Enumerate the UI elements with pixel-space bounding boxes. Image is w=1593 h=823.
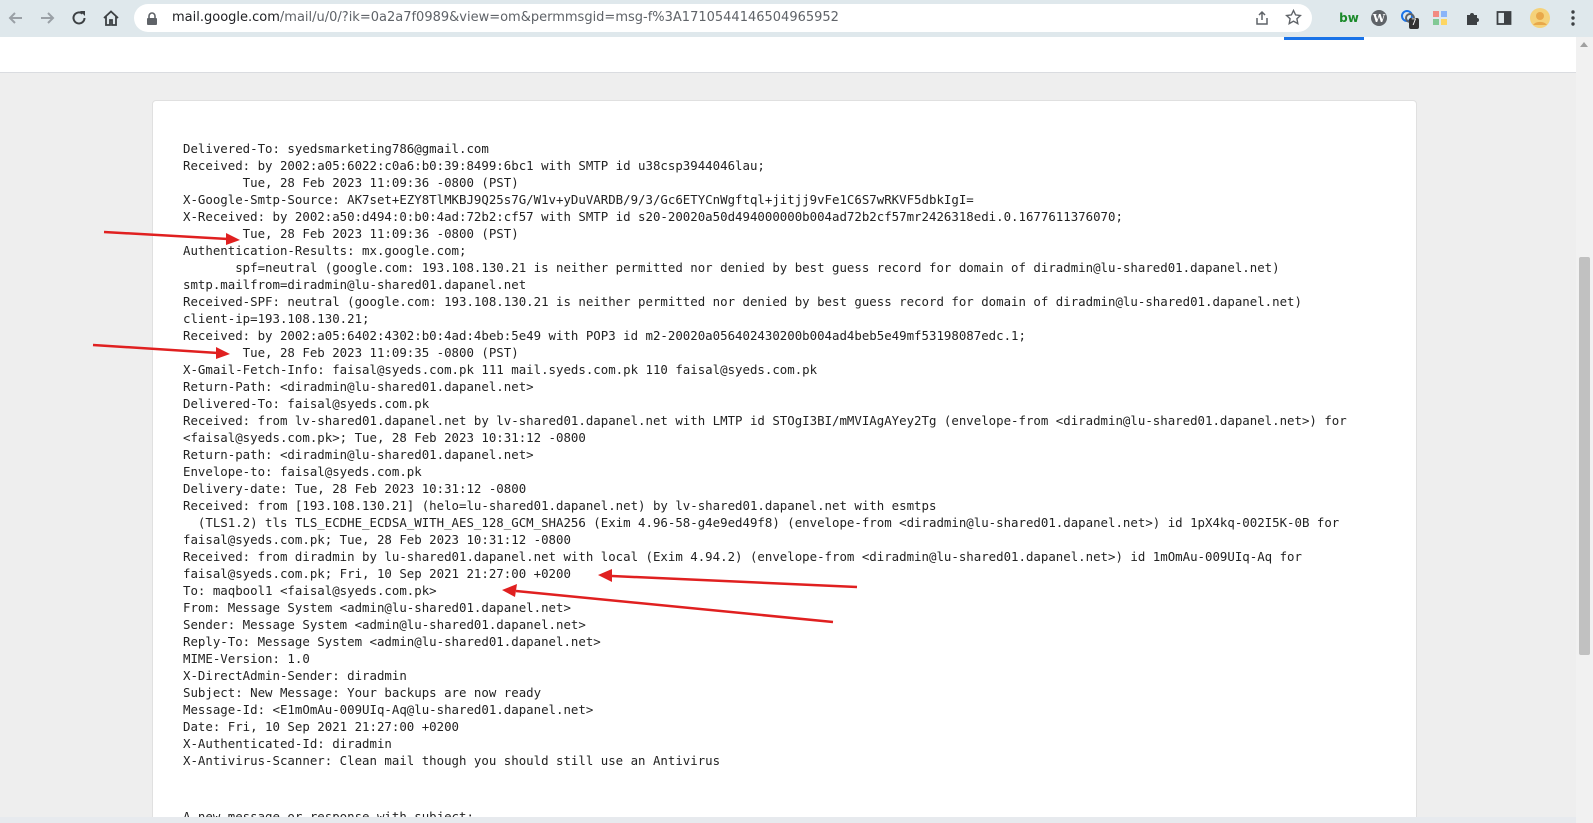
- header-line: X-Authenticated-Id: diradmin: [183, 736, 392, 751]
- header-line: MIME-Version: 1.0: [183, 651, 310, 666]
- page-header: [0, 37, 1576, 73]
- grid-extension-icon[interactable]: [1429, 7, 1451, 29]
- address-bar[interactable]: mail.google.com/mail/u/0/?ik=0a2a7f0989&…: [134, 4, 1312, 32]
- wordpress-extension-icon[interactable]: W: [1368, 7, 1390, 29]
- bottom-strip: [0, 817, 1576, 823]
- header-line: From: Message System <admin@lu-shared01.…: [183, 600, 571, 615]
- url-text[interactable]: mail.google.com/mail/u/0/?ik=0a2a7f0989&…: [172, 10, 839, 25]
- scroll-up-icon[interactable]: [1580, 42, 1588, 47]
- back-arrow-icon[interactable]: [5, 7, 27, 29]
- puzzle-icon[interactable]: [1462, 7, 1484, 29]
- home-icon[interactable]: [100, 7, 122, 29]
- kebab-menu-icon[interactable]: [1562, 7, 1584, 29]
- header-line: Tue, 28 Feb 2023 11:09:35 -0800 (PST): [183, 345, 519, 360]
- header-line: faisal@syeds.com.pk; Tue, 28 Feb 2023 10…: [183, 532, 571, 547]
- header-line: X-Received: by 2002:a50:d494:0:b0:4ad:72…: [183, 209, 1123, 224]
- header-line: Received: from diradmin by lu-shared01.d…: [183, 549, 1302, 564]
- reload-icon[interactable]: [68, 7, 90, 29]
- bw-extension-icon[interactable]: bw: [1338, 7, 1360, 29]
- header-line: Authentication-Results: mx.google.com;: [183, 243, 467, 258]
- header-tab-indicator: [1284, 37, 1364, 40]
- lock-icon[interactable]: [146, 11, 158, 30]
- share-icon[interactable]: [1254, 10, 1270, 30]
- header-line: Delivered-To: syedsmarketing786@gmail.co…: [183, 141, 489, 156]
- header-line: Delivered-To: faisal@syeds.com.pk: [183, 396, 430, 411]
- header-line: Received: by 2002:a05:6022:c0a6:b0:39:84…: [183, 158, 765, 173]
- header-line: X-DirectAdmin-Sender: diradmin: [183, 668, 407, 683]
- header-line: Return-path: <diradmin@lu-shared01.dapan…: [183, 447, 534, 462]
- header-line: Delivery-date: Tue, 28 Feb 2023 10:31:12…: [183, 481, 527, 496]
- svg-text:W: W: [1372, 12, 1386, 25]
- header-line: X-Gmail-Fetch-Info: faisal@syeds.com.pk …: [183, 362, 818, 377]
- url-host: mail.google.com: [172, 10, 280, 25]
- raw-message-headers: Delivered-To: syedsmarketing786@gmail.co…: [183, 140, 1347, 769]
- header-line: Received: by 2002:a05:6402:4302:b0:4ad:4…: [183, 328, 1026, 343]
- header-line: X-Google-Smtp-Source: AK7set+EZY8TlMKBJ9…: [183, 192, 974, 207]
- header-line: Received: from [193.108.130.21] (helo=lu…: [183, 498, 937, 513]
- header-line: <faisal@syeds.com.pk>; Tue, 28 Feb 2023 …: [183, 430, 586, 445]
- header-line: Tue, 28 Feb 2023 11:09:36 -0800 (PST): [183, 175, 519, 190]
- header-line: Envelope-to: faisal@syeds.com.pk: [183, 464, 422, 479]
- header-line: Received-SPF: neutral (google.com: 193.1…: [183, 294, 1302, 309]
- header-line: (TLS1.2) tls TLS_ECDHE_ECDSA_WITH_AES_12…: [183, 515, 1340, 530]
- url-path: /mail/u/0/?ik=0a2a7f0989&view=om&permmsg…: [279, 10, 839, 25]
- header-line: X-Antivirus-Scanner: Clean mail though y…: [183, 753, 721, 768]
- header-line: client-ip=193.108.130.21;: [183, 311, 370, 326]
- forward-arrow-icon[interactable]: [36, 7, 58, 29]
- header-line: To: maqbool1 <faisal@syeds.com.pk>: [183, 583, 437, 598]
- header-line: Message-Id: <E1mOmAu-009UIq-Aq@lu-shared…: [183, 702, 594, 717]
- star-icon[interactable]: [1285, 8, 1302, 30]
- header-line: Subject: New Message: Your backups are n…: [183, 685, 542, 700]
- header-line: Received: from lv-shared01.dapanel.net b…: [183, 413, 1347, 428]
- header-line: Return-Path: <diradmin@lu-shared01.dapan…: [183, 379, 534, 394]
- scroll-thumb[interactable]: [1579, 257, 1590, 655]
- link-extension-icon[interactable]: 7: [1398, 7, 1420, 29]
- side-panel-icon[interactable]: [1493, 7, 1515, 29]
- header-line: smtp.mailfrom=diradmin@lu-shared01.dapan…: [183, 277, 527, 292]
- header-line: spf=neutral (google.com: 193.108.130.21 …: [183, 260, 1280, 275]
- vertical-scrollbar[interactable]: [1576, 37, 1593, 823]
- header-line: Tue, 28 Feb 2023 11:09:36 -0800 (PST): [183, 226, 519, 241]
- header-line: faisal@syeds.com.pk; Fri, 10 Sep 2021 21…: [183, 566, 571, 581]
- header-line: Date: Fri, 10 Sep 2021 21:27:00 +0200: [183, 719, 460, 734]
- profile-avatar-icon[interactable]: [1529, 7, 1551, 29]
- header-line: Sender: Message System <admin@lu-shared0…: [183, 617, 586, 632]
- browser-toolbar: mail.google.com/mail/u/0/?ik=0a2a7f0989&…: [0, 0, 1593, 37]
- extension-badge: 7: [1409, 18, 1419, 29]
- header-line: Reply-To: Message System <admin@lu-share…: [183, 634, 601, 649]
